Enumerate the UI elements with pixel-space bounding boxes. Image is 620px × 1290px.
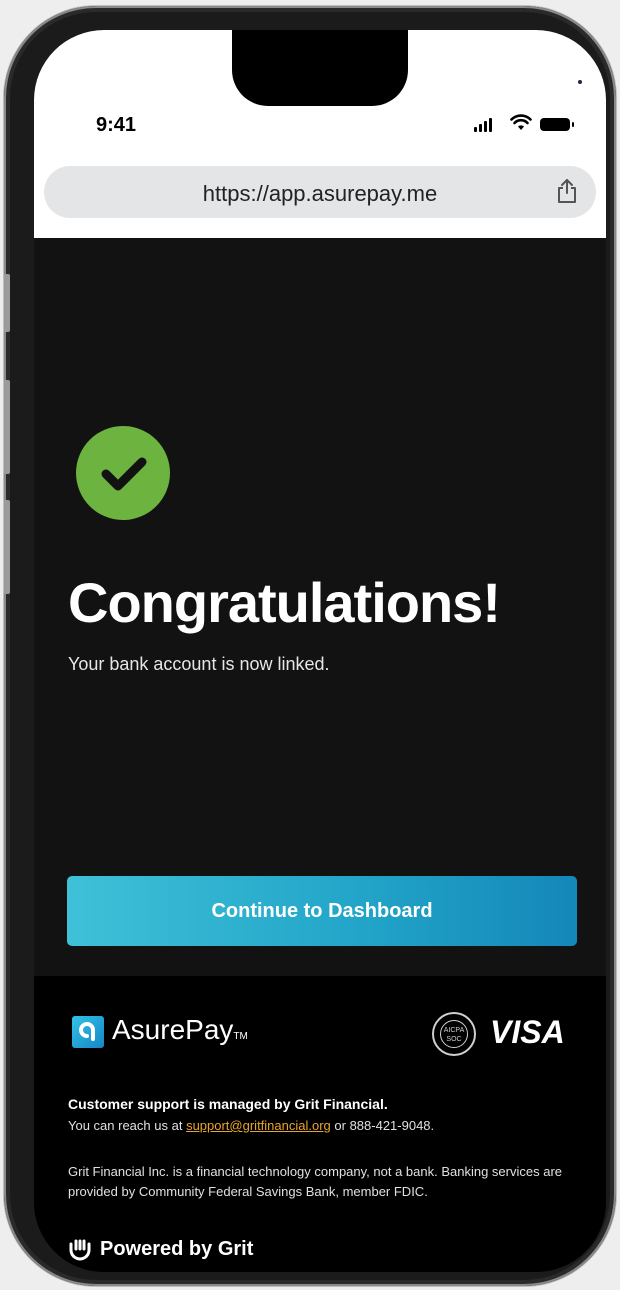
success-badge: [76, 426, 170, 520]
address-bar[interactable]: https://app.asurepay.me: [44, 166, 596, 218]
disclaimer: Grit Financial Inc. is a financial techn…: [68, 1164, 563, 1199]
page-title: Congratulations!: [68, 571, 501, 634]
url-text: https://app.asurepay.me: [202, 181, 438, 206]
camera: [578, 80, 582, 84]
signal-icon: [474, 118, 492, 132]
volume-down-button: [4, 500, 10, 594]
support-title: Customer support is managed by Grit Fina…: [68, 1096, 388, 1112]
notch: [232, 30, 582, 106]
asurepay-brand: AsurePayTM: [112, 1014, 248, 1046]
volume-up-button: [4, 380, 10, 474]
continue-to-dashboard-button[interactable]: Continue to Dashboard: [67, 876, 577, 946]
battery-icon: [540, 118, 574, 131]
status-time: 9:41: [96, 114, 137, 136]
asurepay-logo-icon: [72, 1016, 104, 1048]
support-contact: You can reach us at support@gritfinancia…: [68, 1118, 434, 1133]
wifi-icon: [510, 114, 532, 130]
success-message: Your bank account is now linked.: [68, 654, 330, 674]
seal-text: AICPA SOC: [440, 1020, 468, 1048]
support-email-link[interactable]: support@gritfinancial.org: [186, 1118, 331, 1133]
powered-by-label: Powered by Grit: [100, 1238, 254, 1260]
support-suffix: or 888-421-9048.: [334, 1118, 435, 1133]
visa-logo: VISA: [490, 1014, 565, 1050]
silent-switch: [4, 274, 10, 332]
main-content: Congratulations! Your bank account is no…: [34, 238, 606, 976]
screen: 9:41 https://app.asurepay.me Congratulat…: [34, 30, 606, 1272]
phone-frame: 9:41 https://app.asurepay.me Congratulat…: [4, 6, 616, 1286]
brand-name: AsurePay: [112, 1014, 234, 1045]
support-prefix: You can reach us at: [68, 1118, 183, 1133]
footer: AsurePayTM AICPA SOC VISA Customer suppo…: [34, 976, 606, 1272]
grit-logo-icon: [69, 1239, 91, 1260]
checkmark-icon: [101, 457, 147, 491]
status-bar: 9:41: [34, 30, 606, 154]
aicpa-soc-seal: AICPA SOC: [432, 1012, 476, 1056]
brand-tm: TM: [233, 1031, 248, 1042]
powered-by: Powered by Grit: [68, 1238, 253, 1261]
share-icon[interactable]: [556, 178, 578, 204]
